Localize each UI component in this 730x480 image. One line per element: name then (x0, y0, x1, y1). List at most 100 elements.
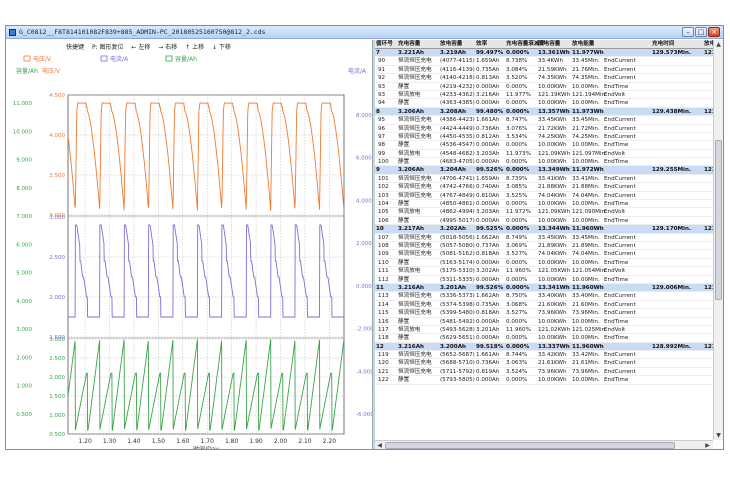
step-row[interactable]: 122 静置 (5793-5805) 0.000Ah 0.000% 10.00KWh 10.… (375, 376, 713, 385)
step-row[interactable]: 109 恒流恒压充电 (5081-5162) 0.818Ah 3.527% 74.04KW… (375, 250, 713, 259)
step-row[interactable]: 90 恒流恒压充电 (4077-4115) 1.659Ah 8.738% 33.4KWh 3… (375, 57, 713, 66)
table-header-row: 循环号充电容量放电容量效率充电容量衰减率放电容量放电能量充电时间放电 (375, 40, 713, 49)
pan-left-button[interactable]: ← 左移 (131, 44, 150, 51)
step-row[interactable]: 103 恒流恒压充电 (4767-4849) 0.810Ah 3.525% 74.04KW… (375, 192, 713, 201)
step-row[interactable]: 107 恒流恒压充电 (5018-5056) 1.662Ah 8.749% 33.45KW… (375, 234, 713, 242)
step-row[interactable]: 111 恒流放电 (5175-5310) 3.202Ah 11.960% 121.05KW… (375, 267, 713, 276)
table-cell: 0.737Ah (476, 242, 500, 249)
table-cell: 静置 (398, 259, 410, 266)
table-cell: (5081-5162) (440, 251, 475, 258)
table-cell: 21.88Min. (572, 184, 600, 191)
pan-down-button[interactable]: ↓ 下移 (212, 44, 231, 51)
table-cell: 33.41KWh (538, 175, 567, 182)
scroll-up-arrow-icon[interactable]: ▲ (714, 40, 723, 49)
shortcut-toolbar: 快捷键 P: 图形复位 ← 左移 → 右移 ↑ 上移 ↓ 下移 (66, 42, 237, 51)
table-cell: 3.203Ah (476, 209, 500, 216)
cycle-chart[interactable]: 电压/V 电流/A 容量/Ah 容量/Ah 电压/V 电流/A 1.20 1.30 1.40 1.… (6, 40, 372, 450)
minimize-button[interactable]: – (682, 27, 694, 37)
table-cell: 115 (378, 310, 389, 317)
cycle-summary-row[interactable]: 12 3.216Ah 3.200Ah 99.518% 0.000% 13.337Wh 11.… (375, 342, 713, 352)
column-header[interactable]: 充电容量 (398, 40, 420, 48)
step-row[interactable]: 115 恒流恒压充电 (5399-5480) 0.818Ah 3.527% 73.96KW… (375, 309, 713, 318)
step-row[interactable]: 99 恒流放电 (4548-4682) 3.203Ah 11.973% 121.09KWh… (375, 150, 713, 159)
scroll-down-arrow-icon[interactable]: ▼ (714, 431, 723, 440)
cycle-summary-row[interactable]: 10 3.217Ah 3.202Ah 99.525% 0.000% 13.344Wh 11.… (375, 225, 713, 234)
step-row[interactable]: 117 恒流放电 (5493-5628) 3.201Ah 11.960% 121.02KW… (375, 326, 713, 335)
cycle-summary-row[interactable]: 11 3.216Ah 3.201Ah 99.526% 0.000% 13.341Wh 11.… (375, 283, 713, 293)
step-row[interactable]: 113 恒流恒压充电 (5336-5373) 1.662Ah 8.750% 33.40KW… (375, 292, 713, 301)
table-cell: 10.00Min. (572, 318, 600, 325)
step-row[interactable]: 104 静置 (4850-4861) 0.000Ah 0.000% 10.00KWh 10.… (375, 200, 713, 209)
table-cell: 0.000% (506, 377, 528, 384)
table-cell: 恒流恒压充电 (398, 175, 432, 182)
step-row[interactable]: 91 恒流恒压充电 (4116-4139) 0.735Ah 3.084% 21.59KWh… (375, 66, 713, 75)
scroll-right-arrow-icon[interactable]: ▶ (703, 441, 712, 449)
step-row[interactable]: 119 恒流恒压充电 (5652-5687) 1.661Ah 8.744% 33.42KW… (375, 351, 713, 360)
table-cell: (4683-4705) (440, 159, 475, 166)
title-bar[interactable]: G_C0812__F8T814101082F839+885_ADMIN-PC_2… (6, 26, 723, 39)
table-cell: 0.000% (506, 259, 528, 266)
step-row[interactable]: 101 恒流恒压充电 (4706-4741) 1.659Ah 8.739% 33.41KW… (375, 175, 713, 184)
column-header[interactable]: 循环号 (376, 40, 393, 48)
step-row[interactable]: 114 恒流恒压充电 (5374-5398) 0.735Ah 3.068% 21.60KW… (375, 301, 713, 310)
column-header[interactable]: 充电时间 (652, 40, 674, 48)
step-row[interactable]: 96 恒流恒压充电 (4424-4449) 0.736Ah 3.076% 21.72KWh… (375, 125, 713, 133)
horizontal-scrollbar[interactable]: ◀ ▶ (375, 440, 713, 449)
step-row[interactable]: 118 静置 (5629-5651) 0.000Ah 0.000% 10.00KWh 10.… (375, 334, 713, 343)
cycle-summary-row[interactable]: 8 3.206Ah 3.208Ah 99.480% 0.000% 13.357Wh 11.9… (375, 107, 713, 117)
step-row[interactable]: 100 静置 (4683-4705) 0.000Ah 0.000% 10.00KWh 10.… (375, 158, 713, 167)
table-cell: 3.208Ah (440, 108, 467, 115)
table-cell: 0.000Ah (476, 276, 500, 283)
step-row[interactable]: 95 恒流恒压充电 (4386-4423) 1.661Ah 8.747% 33.45KWh… (375, 116, 713, 125)
scroll-left-arrow-icon[interactable]: ◀ (375, 441, 384, 449)
step-row[interactable]: 120 恒流恒压充电 (5688-5710) 0.736Ah 3.063% 21.61KW… (375, 359, 713, 368)
table-cell: 10.00KWh (538, 318, 567, 325)
cycle-data-grid[interactable]: 循环号充电容量放电容量效率充电容量衰减率放电容量放电能量充电时间放电73.221… (375, 40, 713, 440)
column-header[interactable]: 放电容量 (538, 40, 560, 48)
vertical-scrollbar[interactable]: ▲ ▼ (713, 40, 723, 440)
table-cell: 静置 (398, 201, 410, 208)
step-row[interactable]: 116 静置 (5481-5492) 0.000Ah 0.000% 10.00KWh 10.… (375, 318, 713, 326)
table-cell: (4116-4139) (440, 66, 475, 73)
table-cell: 8.749% (506, 234, 528, 241)
column-header[interactable]: 放电容量 (440, 40, 462, 48)
step-row[interactable]: 93 恒流放电 (4233-4362) 3.216Ah 11.977% 121.19KWh… (375, 91, 713, 100)
pan-up-button[interactable]: ↑ 上移 (185, 44, 204, 51)
pan-right-button[interactable]: → 右移 (158, 44, 177, 51)
table-cell: 3.202Ah (476, 268, 500, 275)
chart-pane[interactable]: 电压/V 电流/A 容量/Ah 容量/Ah 电压/V 电流/A 1.20 1.30 1.40 1.… (6, 40, 372, 450)
table-cell: 33.40KWh (538, 293, 567, 300)
horizontal-scroll-thumb[interactable] (385, 442, 675, 449)
column-header[interactable]: 放电 (704, 40, 713, 48)
column-header[interactable]: 效率 (476, 40, 487, 48)
column-header[interactable]: 放电能量 (572, 40, 594, 48)
legend-swatch (100, 55, 108, 62)
step-row[interactable]: 108 恒流恒压充电 (5057-5080) 0.737Ah 3.069% 21.89KW… (375, 242, 713, 251)
table-cell: 99.526% (476, 284, 504, 291)
close-button[interactable]: × (708, 27, 720, 37)
cycle-summary-row[interactable]: 9 3.206Ah 3.204Ah 99.526% 0.000% 13.349Wh 11.9… (375, 166, 713, 175)
table-cell: 10.00Min. (572, 100, 600, 107)
step-row[interactable]: 94 静置 (4363-4385) 0.000Ah 0.000% 10.00KWh 10.0… (375, 99, 713, 108)
table-cell: 21.59KWh (538, 66, 567, 73)
reset-view-button[interactable]: P: 图形复位 (92, 44, 124, 51)
step-row[interactable]: 97 恒流恒压充电 (4450-4535) 0.812Ah 3.534% 74.25KWh… (375, 133, 713, 142)
step-row[interactable]: 105 恒流放电 (4862-4994) 3.203Ah 11.972% 121.09KW… (375, 208, 713, 217)
step-row[interactable]: 92 恒流恒压充电 (4140-4218) 0.813Ah 3.520% 74.35KWh… (375, 74, 713, 83)
table-cell: 3.076% (506, 125, 528, 132)
table-cell: EndVolt (604, 209, 626, 216)
table-cell: 129.573Min. (652, 50, 692, 56)
step-row[interactable]: 112 静置 (5311-5335) 0.000Ah 0.000% 10.00KWh 10.… (375, 276, 713, 284)
step-row[interactable]: 121 恒流恒压充电 (5711-5792) 0.819Ah 3.524% 73.96KW… (375, 368, 713, 377)
maximize-button[interactable]: □ (695, 27, 707, 37)
table-cell: 129.170Min. (652, 226, 692, 233)
step-row[interactable]: 102 恒流恒压充电 (4742-4766) 0.740Ah 3.085% 21.88KW… (375, 183, 713, 192)
step-row[interactable]: 110 静置 (5163-5174) 0.000Ah 0.000% 10.00KWh 10.… (375, 259, 713, 268)
table-cell: 11.977Wh (572, 50, 604, 56)
step-row[interactable]: 98 静置 (4536-4547) 0.000Ah 0.000% 10.00KWh 10.0… (375, 141, 713, 150)
step-row[interactable]: 93 静置 (4219-4232) 0.000Ah 0.000% 10.00KWh 10.0… (375, 83, 713, 91)
table-cell: 122 (378, 377, 389, 384)
cycle-summary-row[interactable]: 7 3.221Ah 3.219Ah 99.497% 0.000% 13.361Wh 11.9… (375, 49, 713, 58)
vertical-scroll-thumb[interactable] (715, 140, 722, 300)
step-row[interactable]: 106 静置 (4995-5017) 0.000Ah 0.000% 10.00KWh 10.… (375, 217, 713, 226)
